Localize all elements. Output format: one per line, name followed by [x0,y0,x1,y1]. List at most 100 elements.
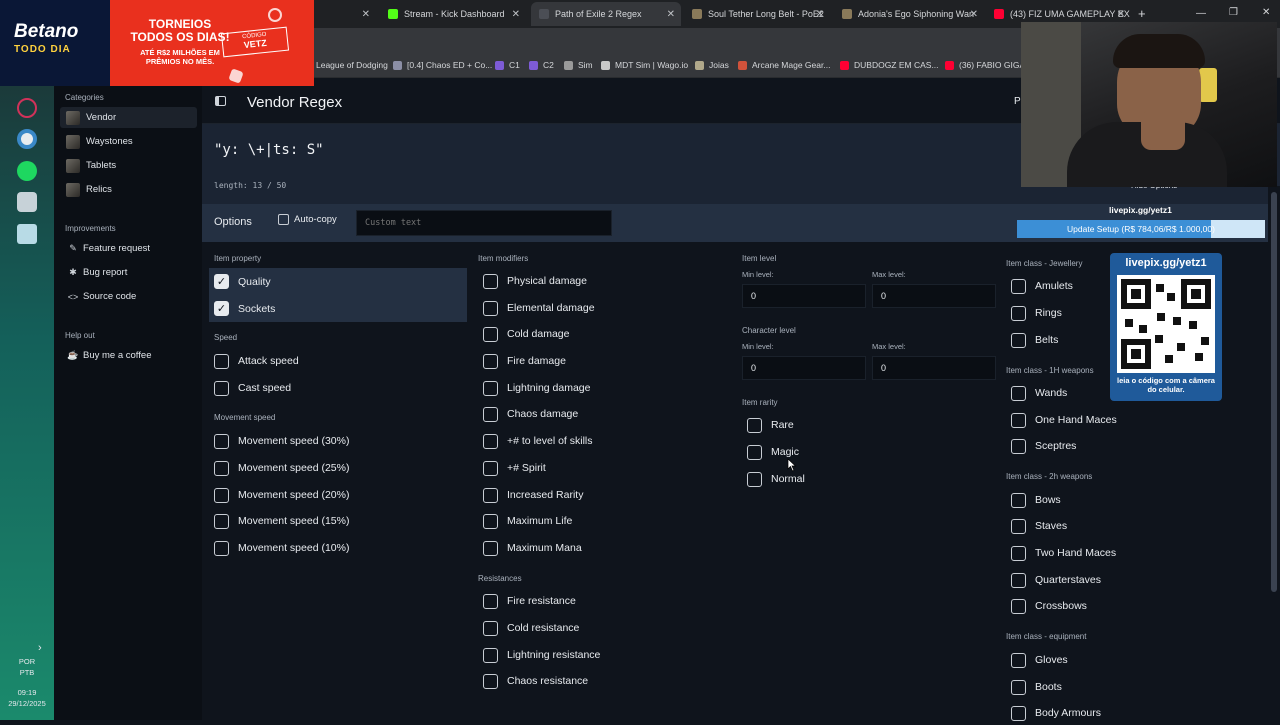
checkbox[interactable] [214,487,229,503]
modifier-option[interactable]: Cold damage [483,322,569,346]
class-option[interactable]: Staves [1011,514,1067,538]
class-option[interactable]: Crossbows [1011,594,1087,618]
checkbox[interactable] [214,540,229,556]
movement-speed-option[interactable]: Movement speed (20%) [214,483,349,507]
checkbox[interactable] [1011,278,1026,294]
custom-text-input[interactable] [356,210,612,236]
restore-icon[interactable]: ❐ [1229,7,1238,18]
bookmark-item[interactable]: Arcane Mage Gear... [738,60,830,70]
checkbox[interactable] [1011,705,1026,721]
close-tab-icon[interactable]: ✕ [362,9,370,20]
checkbox[interactable] [214,513,229,529]
scrollbar-thumb[interactable] [1271,192,1277,592]
class-option[interactable]: One Hand Maces [1011,408,1117,432]
modifier-option[interactable]: Maximum Mana [483,536,582,560]
close-window-icon[interactable]: ✕ [1262,7,1270,18]
bookmark-item[interactable]: C2 [529,60,554,70]
checkbox[interactable] [1011,385,1026,401]
cast-speed-option[interactable]: Cast speed [214,376,291,400]
modifier-option[interactable]: Elemental damage [483,296,595,320]
language-indicator[interactable]: POR [0,657,54,666]
class-option[interactable]: Bows [1011,488,1061,512]
checkbox[interactable] [747,471,762,487]
resistance-option[interactable]: Lightning resistance [483,643,600,667]
quality-option[interactable]: ✓ Quality [209,268,467,295]
bookmark-item[interactable]: Sim [564,60,593,70]
checkbox[interactable] [483,273,498,289]
autocopy-toggle[interactable]: Auto-copy [278,214,337,225]
class-option[interactable]: Body Armours [1011,701,1101,725]
sidebar-item-bug-report[interactable]: ✱ Bug report [60,262,197,283]
modifier-option[interactable]: +# to level of skills [483,429,593,453]
char-min-level-input[interactable]: 0 [742,356,866,380]
spotify-icon[interactable] [17,161,37,181]
checkbox[interactable] [214,380,229,396]
checkbox[interactable] [1011,412,1026,428]
modifier-option[interactable]: Increased Rarity [483,483,583,507]
checkbox[interactable] [483,380,498,396]
modifier-option[interactable]: Lightning damage [483,376,590,400]
resistance-option[interactable]: Cold resistance [483,616,579,640]
bookmark-item[interactable]: League of Dodging [316,60,388,70]
class-option[interactable]: Belts [1011,328,1058,352]
class-option[interactable]: Amulets [1011,274,1073,298]
checkbox[interactable] [483,300,498,316]
checkbox[interactable] [483,647,498,663]
checkbox[interactable] [483,593,498,609]
class-option[interactable]: Gloves [1011,648,1068,672]
new-tab-button[interactable]: + [1138,6,1146,21]
checkbox[interactable] [1011,518,1026,534]
close-tab-icon[interactable]: ✕ [1117,9,1125,20]
clock-date[interactable]: 29/12/2025 [0,699,54,708]
sidebar-item-source-code[interactable]: <> Source code [60,286,197,307]
sidebar-item-feature-request[interactable]: ✎ Feature request [60,238,197,259]
browser-tab[interactable]: Soul Tether Long Belt - PoE2 ✕ [684,2,830,26]
page-scrollbar[interactable] [1268,186,1280,720]
checkbox[interactable] [747,417,762,433]
close-tab-icon[interactable]: ✕ [816,9,824,20]
sidebar-item-buy-coffee[interactable]: ☕ Buy me a coffee [60,345,197,366]
keyboard-layout[interactable]: PTB [0,668,54,677]
checkbox[interactable] [1011,679,1026,695]
browser-icon[interactable] [17,129,37,149]
close-tab-icon[interactable]: ✕ [667,9,675,20]
modifier-option[interactable]: Physical damage [483,269,587,293]
checkbox[interactable] [483,673,498,689]
app-icon[interactable] [17,98,37,118]
sockets-option[interactable]: ✓ Sockets [209,295,467,322]
item-max-level-input[interactable]: 0 [872,284,996,308]
checkbox[interactable] [214,433,229,449]
browser-tab[interactable]: Stream - Kick Dashboard ✕ [380,2,526,26]
sidebar-item-waystones[interactable]: Waystones [60,131,197,152]
checkbox[interactable] [1011,598,1026,614]
bookmark-item[interactable]: Joias [695,60,729,70]
sidebar-item-relics[interactable]: Relics [60,179,197,200]
checkbox[interactable] [483,406,498,422]
app-icon[interactable] [17,192,37,212]
checkbox[interactable] [214,460,229,476]
checkbox[interactable] [483,540,498,556]
minimize-icon[interactable]: — [1196,8,1206,19]
checkbox[interactable] [483,433,498,449]
movement-speed-option[interactable]: Movement speed (25%) [214,456,349,480]
checkbox[interactable] [214,353,229,369]
class-option[interactable]: Quarterstaves [1011,568,1101,592]
checkbox-checked[interactable]: ✓ [214,301,229,316]
class-option[interactable]: Rings [1011,301,1062,325]
checkbox[interactable] [483,620,498,636]
browser-tab[interactable]: Adonia's Ego Siphoning Wan ✕ [834,2,984,26]
class-option[interactable]: Wands [1011,381,1067,405]
movement-speed-option[interactable]: Movement speed (10%) [214,536,349,560]
resistance-option[interactable]: Chaos resistance [483,669,588,693]
bookmark-item[interactable]: C1 [495,60,520,70]
bookmark-item[interactable]: [0.4] Chaos ED + Co... [393,60,492,70]
close-tab-icon[interactable]: ✕ [512,9,520,20]
checkbox[interactable] [1011,492,1026,508]
checkbox[interactable] [483,353,498,369]
class-option[interactable]: Sceptres [1011,434,1076,458]
bookmark-item[interactable]: DUBDOGZ EM CAS... [840,60,939,70]
sidebar-toggle-icon[interactable] [215,96,226,106]
modifier-option[interactable]: Fire damage [483,349,566,373]
checkbox[interactable] [483,513,498,529]
checkbox[interactable] [1011,545,1026,561]
